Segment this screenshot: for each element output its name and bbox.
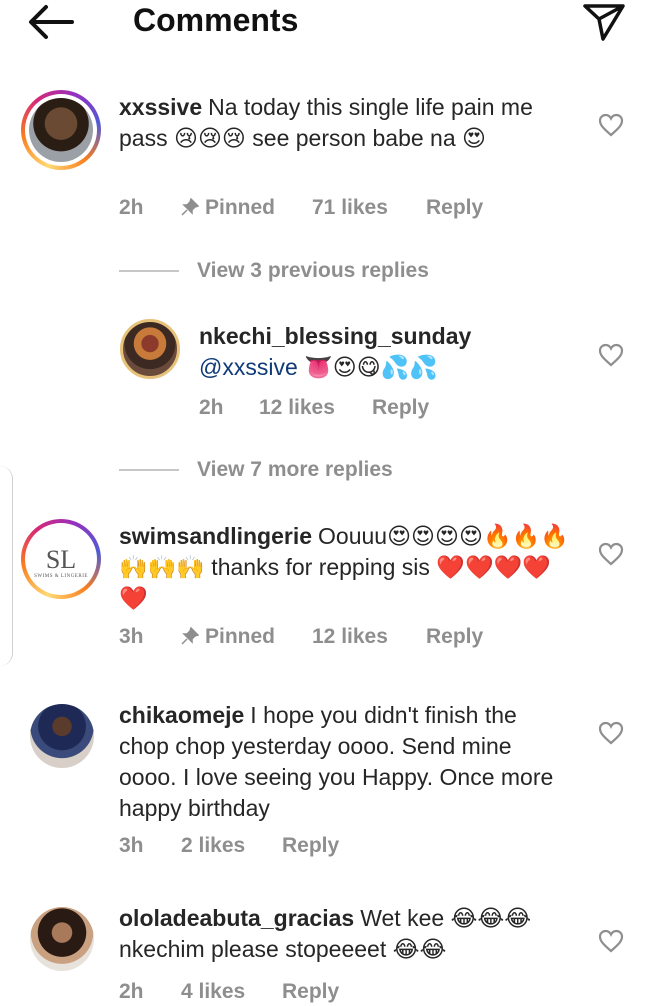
reply-button[interactable]: Reply <box>372 396 429 420</box>
comment-meta: 3h Pinned 12 likes Reply <box>119 625 539 651</box>
avatar[interactable] <box>30 907 94 971</box>
likes-count[interactable]: 71 likes <box>312 196 388 220</box>
comment-meta: 3h 2 likes Reply <box>119 834 419 860</box>
comment-chikaomeje: chikaomeje I hope you didn't finish the c… <box>0 700 662 870</box>
username[interactable]: xxssive <box>119 94 202 120</box>
comment-text: xxssive Na today this single life pain me… <box>119 92 569 154</box>
heart-icon[interactable] <box>598 721 624 745</box>
timestamp: 2h <box>119 196 144 219</box>
username[interactable]: chikaomeje <box>119 702 244 728</box>
reply-button[interactable]: Reply <box>426 196 483 220</box>
mention-link[interactable]: @xxssive <box>199 354 298 380</box>
likes-count[interactable]: 12 likes <box>312 625 388 649</box>
reply-button[interactable]: Reply <box>282 980 339 1004</box>
likes-count[interactable]: 4 likes <box>181 980 245 1004</box>
comment-text: nkechi_blessing_sunday @xxssive 👅😍😋💦💦 <box>199 321 529 383</box>
timestamp: 3h <box>119 625 144 648</box>
divider <box>119 469 179 471</box>
arrow-left-icon[interactable] <box>28 4 74 40</box>
comment-body: 👅😍😋💦💦 <box>304 354 439 380</box>
heart-icon[interactable] <box>598 113 624 137</box>
top-bar: Comments <box>0 0 662 44</box>
pinned-label: Pinned <box>181 196 275 220</box>
avatar[interactable] <box>21 90 101 170</box>
view-previous-replies-button[interactable]: View 3 previous replies <box>197 259 429 283</box>
timestamp: 2h <box>199 396 224 419</box>
username[interactable]: ololadeabuta_gracias <box>119 905 354 931</box>
reply-button[interactable]: Reply <box>426 625 483 649</box>
brand-logo: SL SWIMS & LINGERIE <box>29 527 93 591</box>
heart-icon[interactable] <box>598 542 624 566</box>
likes-count[interactable]: 2 likes <box>181 834 245 858</box>
username[interactable]: nkechi_blessing_sunday <box>199 321 523 352</box>
comment-xxssive: xxssive Na today this single life pain me… <box>0 88 662 228</box>
pinned-label: Pinned <box>181 625 275 649</box>
view-more-replies-button[interactable]: View 7 more replies <box>197 458 393 482</box>
comment-ololadeabuta-gracias: ololadeabuta_gracias Wet kee 😂😂😂 nkechim … <box>0 903 662 1006</box>
page-title: Comments <box>133 2 299 38</box>
avatar[interactable] <box>120 319 180 379</box>
avatar[interactable] <box>30 704 94 768</box>
likes-count[interactable]: 12 likes <box>259 396 335 420</box>
comment-meta: 2h 4 likes Reply <box>119 980 419 1006</box>
pin-icon <box>181 198 199 216</box>
comment-meta: 2h 12 likes Reply <box>199 396 499 422</box>
username[interactable]: swimsandlingerie <box>119 523 312 549</box>
comment-text: chikaomeje I hope you didn't finish the c… <box>119 700 569 824</box>
comment-swimsandlingerie: SL SWIMS & LINGERIE swimsandlingerie Oouu… <box>0 517 662 657</box>
timestamp: 2h <box>119 980 144 1003</box>
reply-nkechi: nkechi_blessing_sunday @xxssive 👅😍😋💦💦 2h… <box>0 317 662 427</box>
divider <box>119 270 179 272</box>
heart-icon[interactable] <box>598 343 624 367</box>
reply-button[interactable]: Reply <box>282 834 339 858</box>
timestamp: 3h <box>119 834 144 857</box>
comment-text: ololadeabuta_gracias Wet kee 😂😂😂 nkechim … <box>119 903 569 965</box>
heart-icon[interactable] <box>598 929 624 953</box>
comment-text: swimsandlingerie Oouuu😍😍😍😍🔥🔥🔥🙌🙌🙌 thanks f… <box>119 521 569 614</box>
send-icon[interactable] <box>582 2 626 42</box>
avatar[interactable]: SL SWIMS & LINGERIE <box>21 519 101 599</box>
pin-icon <box>181 627 199 645</box>
comment-meta: 2h Pinned 71 likes Reply <box>119 196 539 222</box>
